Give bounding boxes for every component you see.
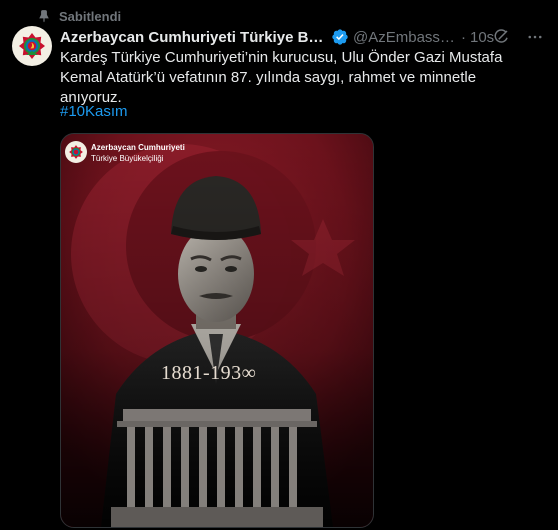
pinned-indicator: Sabitlendi (37, 8, 121, 24)
media-org-subtitle: Türkiye Büyükelçiliği (91, 154, 164, 163)
author-handle[interactable]: @AzEmbassyT... (353, 29, 457, 46)
tweet[interactable]: Sabitlendi Azerbaycan Cumhuriyeti Türkiy… (0, 0, 558, 530)
more-options-icon[interactable] (526, 28, 544, 46)
media-org-title: Azerbaycan Cumhuriyeti (91, 143, 185, 152)
author-display-name[interactable]: Azerbaycan Cumhuriyeti Türkiye Büyü... (60, 29, 328, 46)
tweet-time[interactable]: 10s (470, 29, 494, 46)
media-years-text: 1881-193∞ (161, 362, 257, 384)
tweet-media-image[interactable]: Azerbaycan Cumhuriyeti Türkiye Büyükelçi… (60, 133, 374, 528)
tweet-header: Azerbaycan Cumhuriyeti Türkiye Büyü... @… (60, 27, 550, 47)
pinned-label: Sabitlendi (59, 8, 122, 24)
azerbaijan-emblem-icon (16, 30, 48, 62)
separator-dot: · (461, 28, 466, 46)
verified-badge-icon (332, 29, 348, 45)
ataturk-portrait-image (61, 134, 373, 527)
embassy-logo-icon (65, 141, 87, 163)
pin-icon (39, 10, 49, 23)
grok-icon[interactable] (492, 28, 510, 46)
tweet-text: Kardeş Türkiye Cumhuriyeti’nin kurucusu,… (60, 49, 503, 106)
avatar[interactable] (12, 26, 52, 66)
hashtag-link[interactable]: #10Kasım (60, 103, 128, 120)
